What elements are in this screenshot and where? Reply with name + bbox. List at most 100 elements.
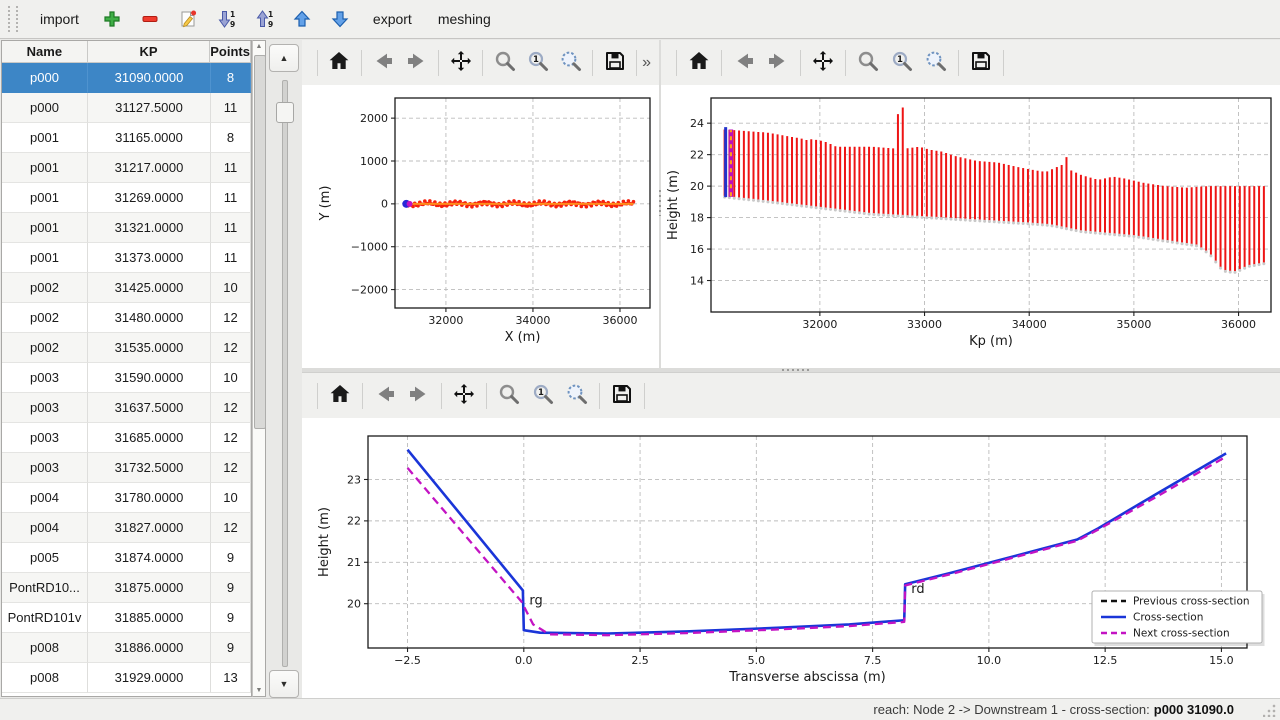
points-cell[interactable]: 12 [211,423,251,453]
points-cell[interactable]: 8 [211,123,251,153]
zoom-fit-button[interactable] [562,381,592,411]
remove-cross-section-button[interactable] [133,3,167,35]
kp-cell[interactable]: 31732.5000 [88,453,211,483]
kp-cell[interactable]: 31780.0000 [88,483,211,513]
kp-cell[interactable]: 31425.0000 [88,273,211,303]
kp-cell[interactable]: 31874.0000 [88,543,211,573]
save-button[interactable] [600,48,629,78]
kp-cell[interactable]: 31886.0000 [88,633,211,663]
name-cell[interactable]: p005 [2,543,88,573]
slider-down-button[interactable]: ▼ [269,670,299,698]
scroll-down-arrow-icon[interactable]: ▼ [253,687,265,694]
points-cell[interactable]: 11 [211,183,251,213]
name-cell[interactable]: p001 [2,153,88,183]
name-cell[interactable]: p004 [2,483,88,513]
zoom-button[interactable] [853,48,883,78]
points-cell[interactable]: 11 [211,213,251,243]
save-button[interactable] [607,381,637,411]
table-row[interactable]: PontRD10...31875.00009 [2,573,251,603]
kp-cell[interactable]: 31685.0000 [88,423,211,453]
home-button[interactable] [325,381,355,411]
forward-button[interactable] [763,48,793,78]
kp-cell[interactable]: 31480.0000 [88,303,211,333]
import-button[interactable]: import [30,5,89,33]
points-cell[interactable]: 9 [211,633,251,663]
column-header-name[interactable]: Name [2,41,88,62]
slider-groove[interactable] [282,80,288,667]
home-button[interactable] [325,48,354,78]
kp-cell[interactable]: 31165.0000 [88,123,211,153]
table-row[interactable]: p00331637.500012 [2,393,251,423]
points-cell[interactable]: 10 [211,273,251,303]
kp-cell[interactable]: 31875.0000 [88,573,211,603]
kp-cell[interactable]: 31590.0000 [88,363,211,393]
points-cell[interactable]: 9 [211,573,251,603]
window-resize-grip[interactable] [1263,704,1276,717]
pan-button[interactable] [449,381,479,411]
name-cell[interactable]: p003 [2,423,88,453]
zoom-fit-button[interactable] [556,48,585,78]
kp-cell[interactable]: 31090.0000 [88,63,211,93]
zoom-button[interactable] [490,48,519,78]
cross-section-plot[interactable]: −2.50.02.55.07.510.012.515.020212223Tran… [302,418,1280,703]
slider-up-button[interactable]: ▲ [269,44,299,72]
points-cell[interactable]: 11 [211,93,251,123]
forward-button[interactable] [402,48,431,78]
points-cell[interactable]: 11 [211,153,251,183]
zoom-one-button[interactable]: 1 [528,381,558,411]
table-row[interactable]: p00831886.00009 [2,633,251,663]
scroll-up-arrow-icon[interactable]: ▲ [253,43,265,50]
name-cell[interactable]: p003 [2,453,88,483]
move-down-button[interactable] [323,3,357,35]
points-cell[interactable]: 9 [211,603,251,633]
kp-cell[interactable]: 31127.5000 [88,93,211,123]
name-cell[interactable]: p000 [2,93,88,123]
table-scrollbar-thumb[interactable] [254,55,266,429]
name-cell[interactable]: p008 [2,663,88,693]
name-cell[interactable]: p001 [2,243,88,273]
name-cell[interactable]: p002 [2,273,88,303]
name-cell[interactable]: PontRD101v [2,603,88,633]
table-row[interactable]: p00831929.000013 [2,663,251,693]
kp-cell[interactable]: 31269.0000 [88,183,211,213]
table-row[interactable]: p00431827.000012 [2,513,251,543]
points-cell[interactable]: 12 [211,333,251,363]
toolbar-drag-handle[interactable] [8,6,18,32]
kp-cell[interactable]: 31637.5000 [88,393,211,423]
zoom-fit-button[interactable] [921,48,951,78]
name-cell[interactable]: p001 [2,213,88,243]
table-row[interactable]: p00331685.000012 [2,423,251,453]
vertical-splitter[interactable] [659,40,661,368]
table-row[interactable]: p00431780.000010 [2,483,251,513]
table-row[interactable]: p00131321.000011 [2,213,251,243]
plan-view-plot[interactable]: 320003400036000−2000−1000010002000X (m)Y… [302,85,659,368]
table-row[interactable]: p00331590.000010 [2,363,251,393]
toolbar-overflow-chevron[interactable]: » [642,54,651,72]
table-row[interactable]: PontRD101v31885.00009 [2,603,251,633]
zoom-button[interactable] [494,381,524,411]
kp-cell[interactable]: 31827.0000 [88,513,211,543]
table-row[interactable]: p00131269.000011 [2,183,251,213]
name-cell[interactable]: p003 [2,363,88,393]
kp-cell[interactable]: 31929.0000 [88,663,211,693]
table-row[interactable]: p00331732.500012 [2,453,251,483]
kp-cell[interactable]: 31217.0000 [88,153,211,183]
name-cell[interactable]: p002 [2,333,88,363]
points-cell[interactable]: 11 [211,243,251,273]
zoom-one-button[interactable]: 1 [523,48,552,78]
points-cell[interactable]: 12 [211,303,251,333]
name-cell[interactable]: p001 [2,123,88,153]
kp-cell[interactable]: 31535.0000 [88,333,211,363]
pan-button[interactable] [446,48,475,78]
back-button[interactable] [729,48,759,78]
column-header-points[interactable]: Points [210,41,251,62]
points-cell[interactable]: 10 [211,483,251,513]
home-button[interactable] [684,48,714,78]
points-cell[interactable]: 9 [211,543,251,573]
table-row[interactable]: p00231535.000012 [2,333,251,363]
column-header-kp[interactable]: KP [88,41,211,62]
forward-button[interactable] [404,381,434,411]
edit-cross-section-button[interactable] [171,3,205,35]
table-row[interactable]: p00031090.00008 [2,63,251,93]
profile-plot[interactable]: 3200033000340003500036000141618202224Kp … [661,85,1280,368]
